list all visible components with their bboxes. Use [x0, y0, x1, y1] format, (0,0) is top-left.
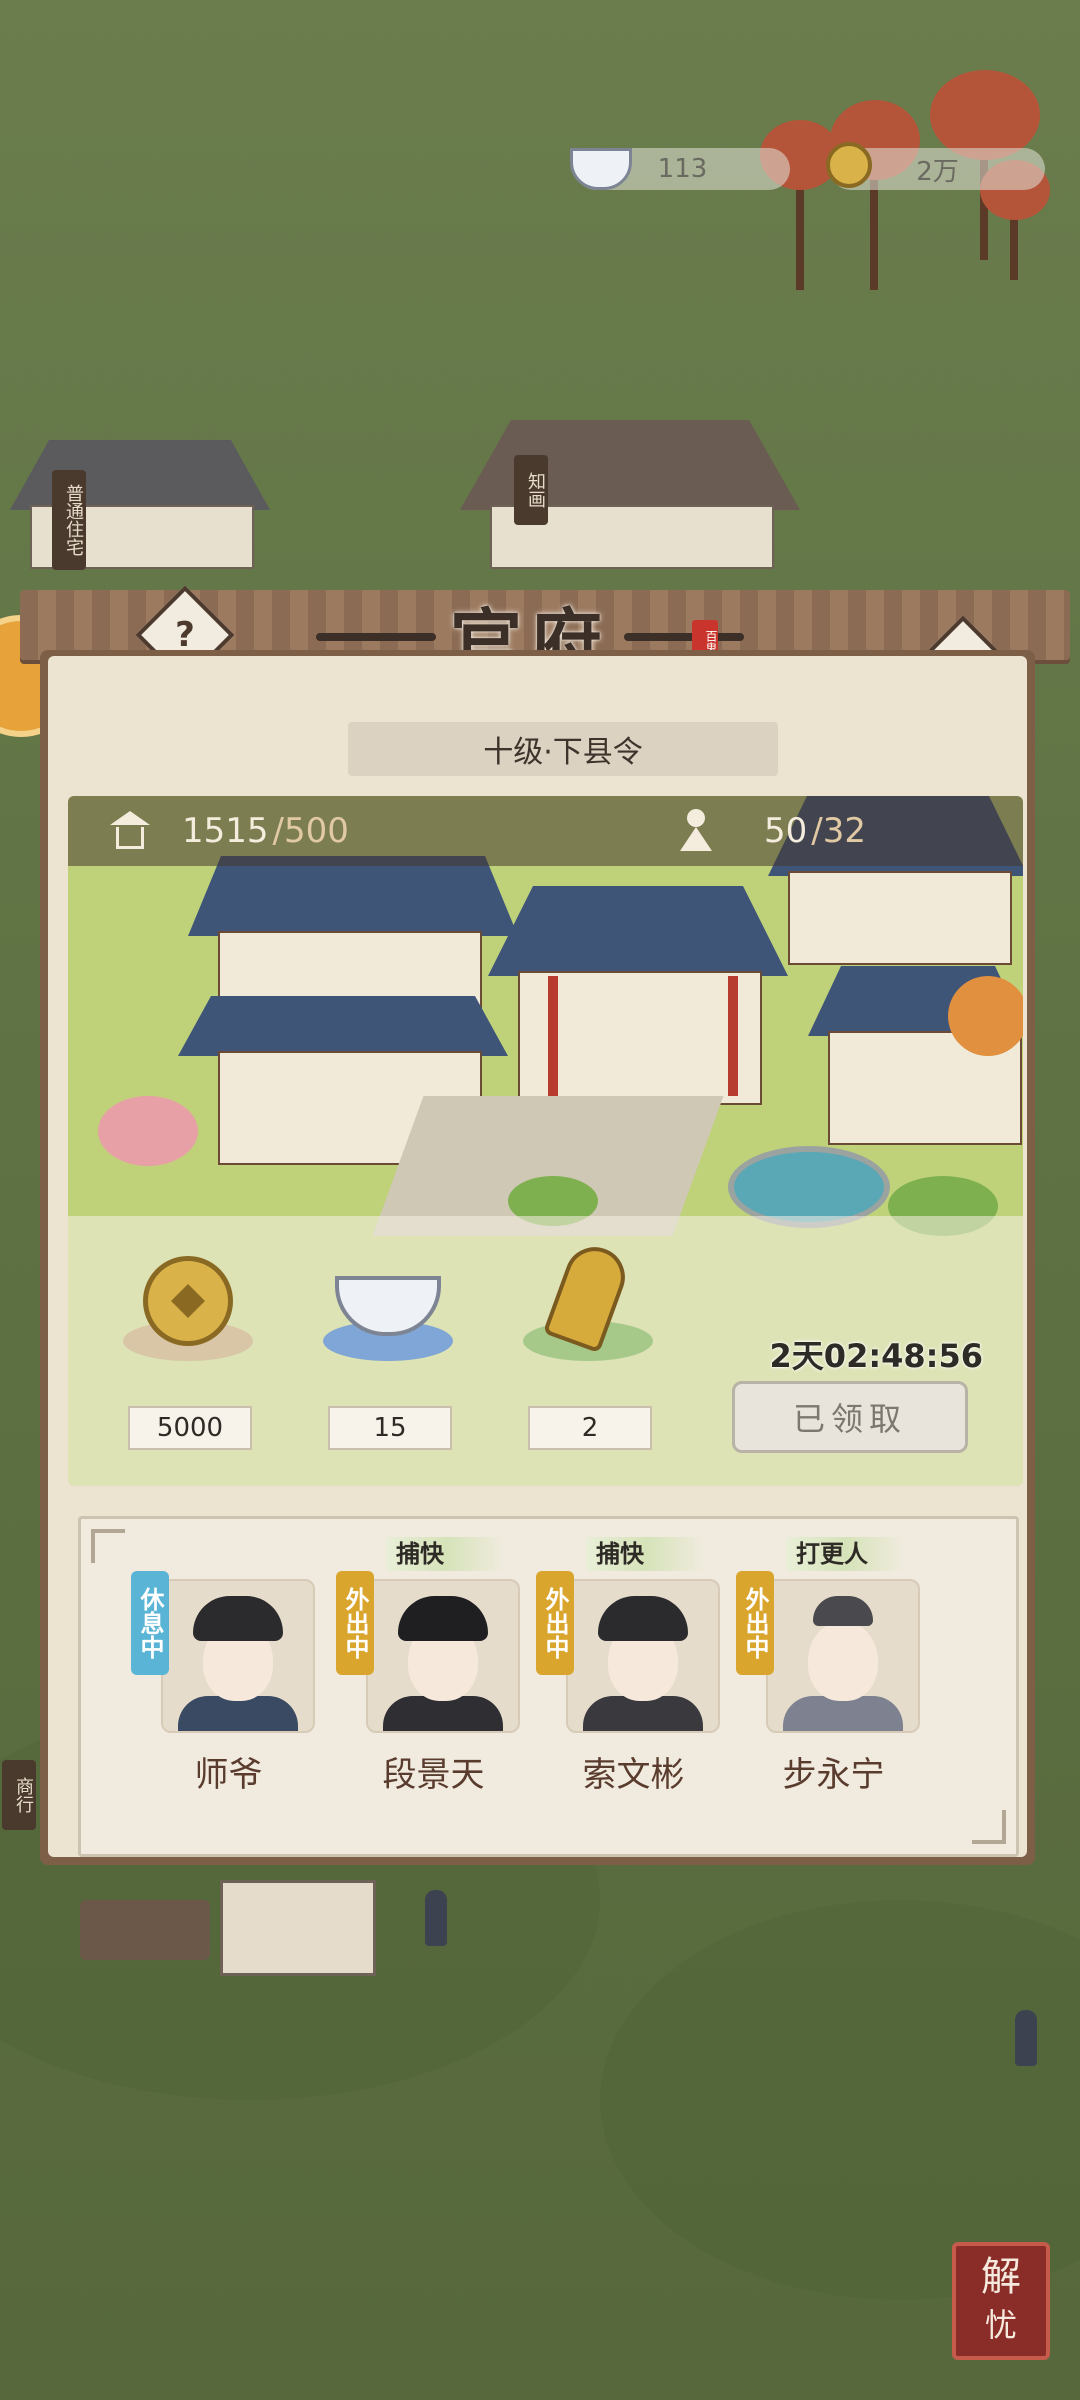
- flower-bush: [98, 1096, 198, 1166]
- building-roof: [488, 886, 788, 976]
- reward-silver: 15: [313, 1196, 463, 1486]
- building-roof: [188, 856, 518, 936]
- staff-name: 步永宁: [782, 1755, 885, 1795]
- relieve-worry-button[interactable]: 解 忧: [952, 2242, 1050, 2360]
- side-label-residence: 普通住宅: [52, 470, 86, 570]
- person-icon: [678, 809, 714, 853]
- status-tag: 外出中: [336, 1571, 374, 1675]
- cart: [220, 1880, 376, 1976]
- villager: [1015, 2010, 1037, 2066]
- relieve-worry-char1: 解: [981, 2254, 1021, 2300]
- reward-value: 2: [528, 1406, 652, 1450]
- staff-box: 休息中 师爷 捕快 外出中 段景天 捕快 外出中 索文彬 打更人 外出中 步永宁: [78, 1516, 1019, 1857]
- prosperity-max: /500: [272, 811, 349, 851]
- background-roof: [460, 420, 800, 510]
- building-roof: [178, 996, 508, 1056]
- pillar: [548, 976, 558, 1096]
- corner-ornament: [972, 1810, 1006, 1844]
- staff-portrait: [366, 1579, 520, 1733]
- hat: [398, 1596, 488, 1641]
- coin-icon: [826, 142, 872, 188]
- reward-value: 15: [328, 1406, 452, 1450]
- panel-inner: 十级·下县令 1515 /500 50 /32 5000 15 2 2天02:4…: [48, 656, 1027, 1857]
- building-wall: [788, 871, 1012, 965]
- staff-card[interactable]: 休息中 师爷: [131, 1571, 316, 1829]
- staff-card[interactable]: 打更人 外出中 步永宁: [736, 1537, 921, 1829]
- status-tag: 休息中: [131, 1571, 169, 1675]
- status-tag: 外出中: [536, 1571, 574, 1675]
- staff-card[interactable]: 捕快 外出中 索文彬: [536, 1537, 721, 1829]
- staff-name: 索文彬: [582, 1755, 685, 1795]
- side-label-shop[interactable]: 商行: [2, 1760, 36, 1830]
- role-tag: 打更人: [786, 1537, 906, 1571]
- reward-token: 2: [513, 1196, 663, 1486]
- robe: [783, 1696, 903, 1731]
- coin-value: 2万: [916, 156, 959, 187]
- stats-bar: 1515/500 50/32: [68, 796, 1023, 866]
- prosperity-current: 1515: [182, 811, 269, 851]
- population-current: 50: [764, 811, 808, 851]
- hat: [813, 1596, 873, 1626]
- title-ornament: [624, 632, 744, 641]
- title-ornament: [315, 632, 436, 641]
- pillar: [728, 976, 738, 1096]
- status-tag: 外出中: [736, 1571, 774, 1675]
- silver-value: 113: [657, 154, 708, 184]
- face: [808, 1621, 878, 1701]
- staff-name: 师爷: [194, 1755, 263, 1795]
- maple-tree: [830, 100, 920, 300]
- background-roof: [10, 440, 270, 510]
- staff-portrait: [766, 1579, 920, 1733]
- cart: [80, 1900, 210, 1960]
- maple-tree: [760, 120, 840, 300]
- reward-coin: 5000: [113, 1196, 263, 1486]
- staff-portrait: [161, 1579, 315, 1733]
- rank-label: 十级·下县令: [348, 722, 778, 776]
- pavilion-icon: [108, 811, 152, 851]
- hat: [193, 1596, 283, 1641]
- robe: [583, 1696, 703, 1731]
- side-label-zhihua: 知画: [514, 455, 548, 525]
- staff-card[interactable]: 捕快 外出中 段景天: [336, 1537, 521, 1829]
- claim-button[interactable]: 已领取: [732, 1381, 968, 1453]
- relieve-worry-char2: 忧: [984, 2306, 1017, 2344]
- tree: [948, 976, 1023, 1056]
- panel-body: 十级·下县令 1515 /500 50 /32 5000 15 2 2天02:4…: [40, 650, 1035, 1865]
- role-tag: 捕快: [386, 1537, 506, 1571]
- staff-name: 段景天: [382, 1755, 485, 1795]
- villager: [425, 1890, 447, 1946]
- office-scene: 1515/500 50/32 5000 15 2 2天02:48:56 已领取: [68, 796, 1023, 1486]
- reward-value: 5000: [128, 1406, 252, 1450]
- robe: [383, 1696, 503, 1731]
- population-stat: 50/32: [678, 809, 866, 853]
- coin-icon: [143, 1256, 233, 1346]
- staff-portrait: [566, 1579, 720, 1733]
- grass-patch: [600, 1900, 1080, 2300]
- hat: [598, 1596, 688, 1641]
- corner-ornament: [91, 1529, 125, 1563]
- robe: [178, 1696, 298, 1731]
- claim-timer: 2天02:48:56: [769, 1337, 983, 1375]
- population-max: /32: [811, 811, 866, 851]
- prosperity-stat: 1515/500: [108, 811, 349, 851]
- government-office-panel: 官府 百鬼 ? 十级·下县令 1515 /500 50 /32 5000 15 …: [20, 585, 1070, 1880]
- role-tag: 捕快: [586, 1537, 706, 1571]
